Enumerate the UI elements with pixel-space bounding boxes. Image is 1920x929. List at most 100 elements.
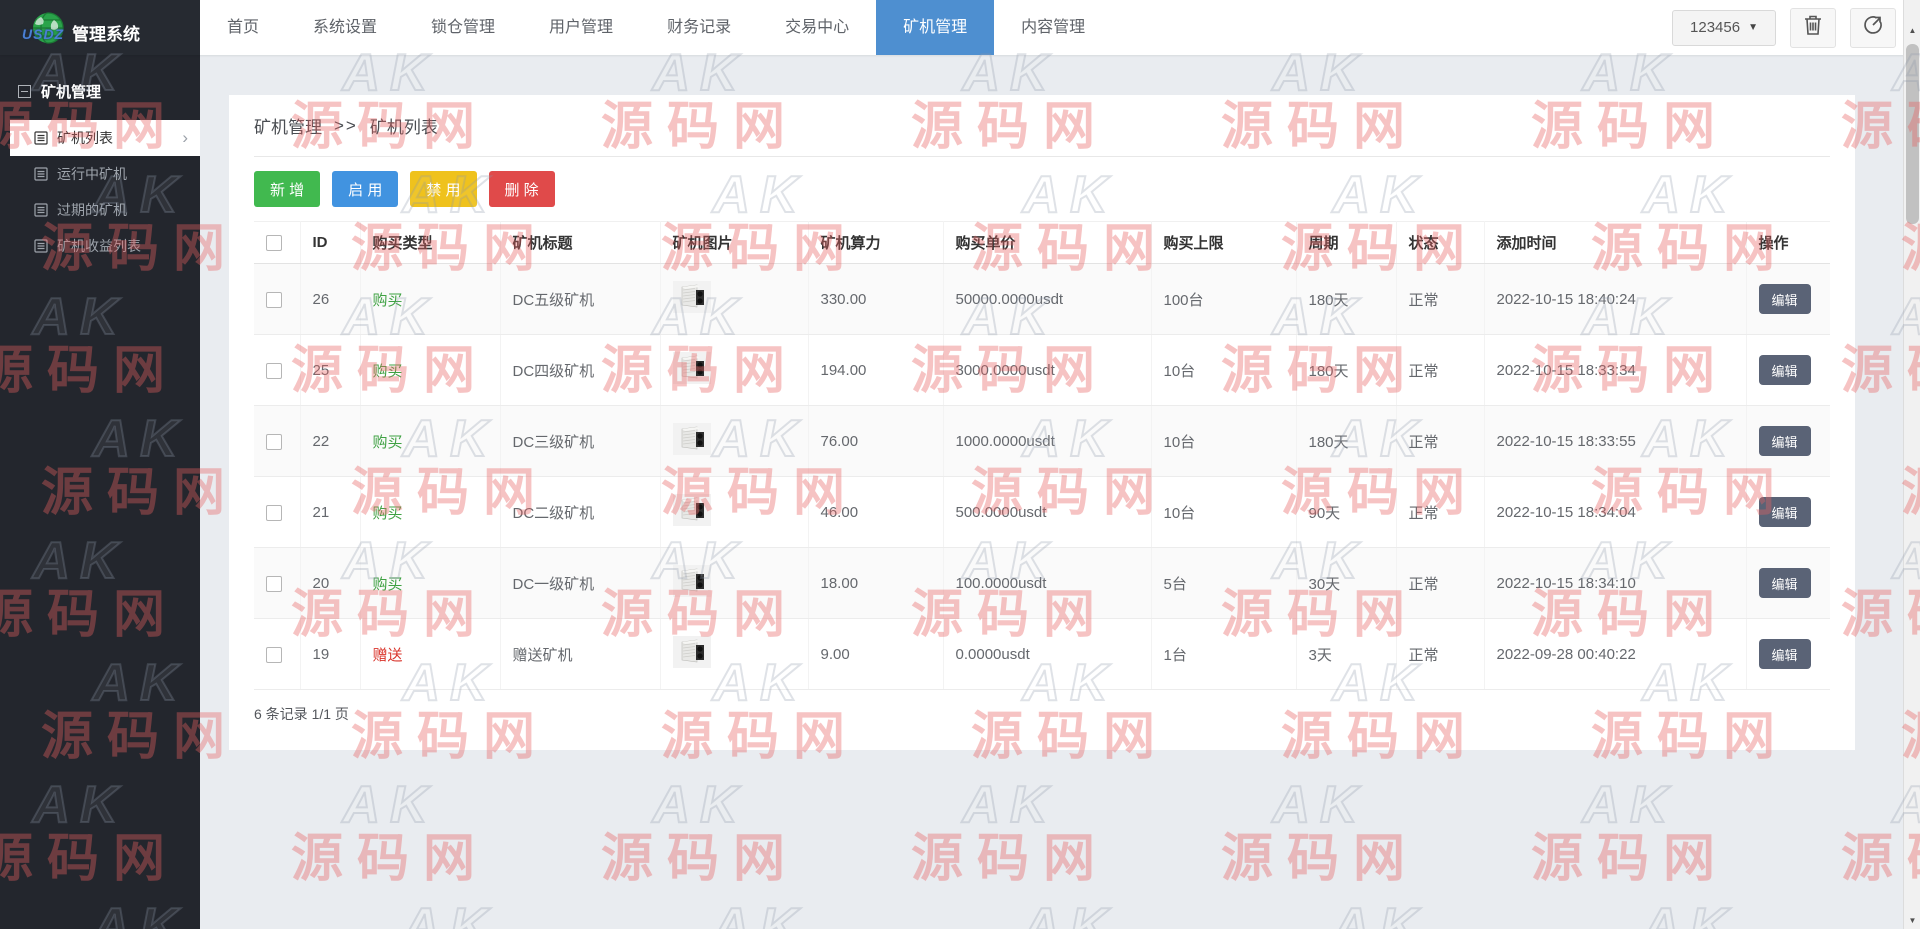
export-button[interactable] [1850, 8, 1896, 48]
cell-hashrate: 9.00 [808, 619, 943, 690]
add-button[interactable]: 新 增 [254, 171, 320, 207]
cell-title: DC二级矿机 [500, 477, 660, 548]
scrollbar-thumb[interactable] [1906, 44, 1919, 224]
select-all-checkbox[interactable] [266, 235, 282, 251]
miner-table: ID 购买类型 矿机标题 矿机图片 矿机算力 购买单价 购买上限 周期 状态 添… [254, 221, 1830, 690]
table-row: 21 购买 DC二级矿机 [254, 477, 1830, 548]
trash-button[interactable] [1790, 8, 1836, 48]
cell-time: 2022-10-15 18:40:24 [1484, 264, 1746, 335]
cell-id: 25 [300, 335, 360, 406]
sidebar-item-label: 过期的矿机 [57, 200, 127, 220]
content-panel: 矿机管理 >> 矿机列表 新 增 启 用 禁 用 删 除 ID 购买类型 矿机标… [229, 95, 1855, 750]
trash-icon [1803, 14, 1823, 41]
cell-title: 赠送矿机 [500, 619, 660, 690]
chevron-down-icon: ▼ [1748, 22, 1758, 33]
cell-status: 正常 [1396, 619, 1484, 690]
scroll-up-arrow[interactable]: ▲ [1904, 22, 1920, 39]
cell-cycle: 180天 [1296, 406, 1396, 477]
edit-button[interactable]: 编辑 [1759, 639, 1811, 669]
sidebar-item-label: 运行中矿机 [57, 164, 127, 184]
watermark-tile: AK源码网 [610, 902, 910, 929]
row-checkbox[interactable] [266, 647, 282, 663]
watermark-tile: AK源码网 [1790, 780, 1920, 888]
miner-image [673, 281, 711, 317]
cell-id: 21 [300, 477, 360, 548]
edit-button[interactable]: 编辑 [1759, 355, 1811, 385]
nav-item[interactable]: 交易中心 [758, 0, 876, 55]
row-checkbox[interactable] [266, 363, 282, 379]
cell-time: 2022-10-15 18:33:55 [1484, 406, 1746, 477]
vertical-scrollbar[interactable]: ▲ ▼ [1903, 0, 1920, 929]
sidebar-item-label: 矿机列表 [57, 128, 113, 148]
watermark-tile: AK源码网 [1170, 780, 1470, 888]
sidebar-item[interactable]: 过期的矿机 [0, 192, 200, 228]
watermark-tile: AK源码网 [860, 780, 1160, 888]
row-checkbox[interactable] [266, 292, 282, 308]
sidebar-item[interactable]: 矿机列表 › [10, 120, 200, 156]
export-icon [1862, 14, 1884, 41]
cell-id: 22 [300, 406, 360, 477]
edit-button[interactable]: 编辑 [1759, 497, 1811, 527]
cell-price: 50000.0000usdt [943, 264, 1151, 335]
cell-price: 100.0000usdt [943, 548, 1151, 619]
table-header-row: ID 购买类型 矿机标题 矿机图片 矿机算力 购买单价 购买上限 周期 状态 添… [254, 222, 1830, 264]
watermark-tile: AK源码网 [920, 902, 1220, 929]
nav-item[interactable]: 用户管理 [522, 0, 640, 55]
cell-id: 19 [300, 619, 360, 690]
cell-price: 0.0000usdt [943, 619, 1151, 690]
sidebar-menu: 矿机列表 › 运行中矿机 过期的矿机 [0, 120, 200, 264]
cell-cycle: 180天 [1296, 264, 1396, 335]
list-icon [34, 131, 48, 145]
cell-cycle: 3天 [1296, 619, 1396, 690]
nav-item[interactable]: 矿机管理 [876, 0, 994, 55]
miner-image [673, 352, 711, 388]
cell-status: 正常 [1396, 264, 1484, 335]
brand-text: USDZ [22, 26, 64, 42]
cell-id: 26 [300, 264, 360, 335]
nav-item[interactable]: 首页 [200, 0, 286, 55]
col-title: 矿机标题 [500, 222, 660, 264]
col-cycle: 周期 [1296, 222, 1396, 264]
nav-item[interactable]: 财务记录 [640, 0, 758, 55]
edit-button[interactable]: 编辑 [1759, 284, 1811, 314]
sidebar-item[interactable]: 矿机收益列表 [0, 228, 200, 264]
sidebar-group-miner-management[interactable]: 矿机管理 [0, 55, 200, 120]
nav-item[interactable]: 系统设置 [286, 0, 404, 55]
delete-button[interactable]: 删 除 [489, 171, 555, 207]
row-checkbox[interactable] [266, 434, 282, 450]
breadcrumb-parent[interactable]: 矿机管理 [254, 113, 322, 138]
user-dropdown[interactable]: 123456 ▼ [1672, 10, 1776, 46]
chevron-right-icon: › [182, 128, 188, 148]
col-time: 添加时间 [1484, 222, 1746, 264]
cell-limit: 100台 [1151, 264, 1296, 335]
cell-hashrate: 194.00 [808, 335, 943, 406]
nav-item[interactable]: 内容管理 [994, 0, 1112, 55]
watermark-tile: AK源码网 [1230, 902, 1530, 929]
table-row: 20 购买 DC一级矿机 [254, 548, 1830, 619]
cell-hashrate: 46.00 [808, 477, 943, 548]
table-row: 25 购买 DC四级矿机 [254, 335, 1830, 406]
enable-button[interactable]: 启 用 [332, 171, 398, 207]
edit-button[interactable]: 编辑 [1759, 426, 1811, 456]
cell-title: DC四级矿机 [500, 335, 660, 406]
row-checkbox[interactable] [266, 576, 282, 592]
watermark-tile: AK源码网 [240, 780, 540, 888]
disable-button[interactable]: 禁 用 [410, 171, 476, 207]
watermark-tile: AK源码网 [1540, 902, 1840, 929]
record-summary: 6 条记录 1/1 页 [254, 704, 1830, 724]
cell-price: 1000.0000usdt [943, 406, 1151, 477]
nav-item[interactable]: 锁仓管理 [404, 0, 522, 55]
list-icon [34, 239, 48, 253]
cell-time: 2022-10-15 18:34:10 [1484, 548, 1746, 619]
cell-buy-type: 购买 [373, 292, 403, 309]
sidebar-item[interactable]: 运行中矿机 [0, 156, 200, 192]
scroll-down-arrow[interactable]: ▼ [1904, 912, 1920, 929]
col-image: 矿机图片 [660, 222, 808, 264]
cell-cycle: 90天 [1296, 477, 1396, 548]
row-checkbox[interactable] [266, 505, 282, 521]
sidebar-group-label: 矿机管理 [41, 81, 101, 102]
table-row: 22 购买 DC三级矿机 [254, 406, 1830, 477]
edit-button[interactable]: 编辑 [1759, 568, 1811, 598]
miner-image [673, 494, 711, 530]
cell-cycle: 30天 [1296, 548, 1396, 619]
